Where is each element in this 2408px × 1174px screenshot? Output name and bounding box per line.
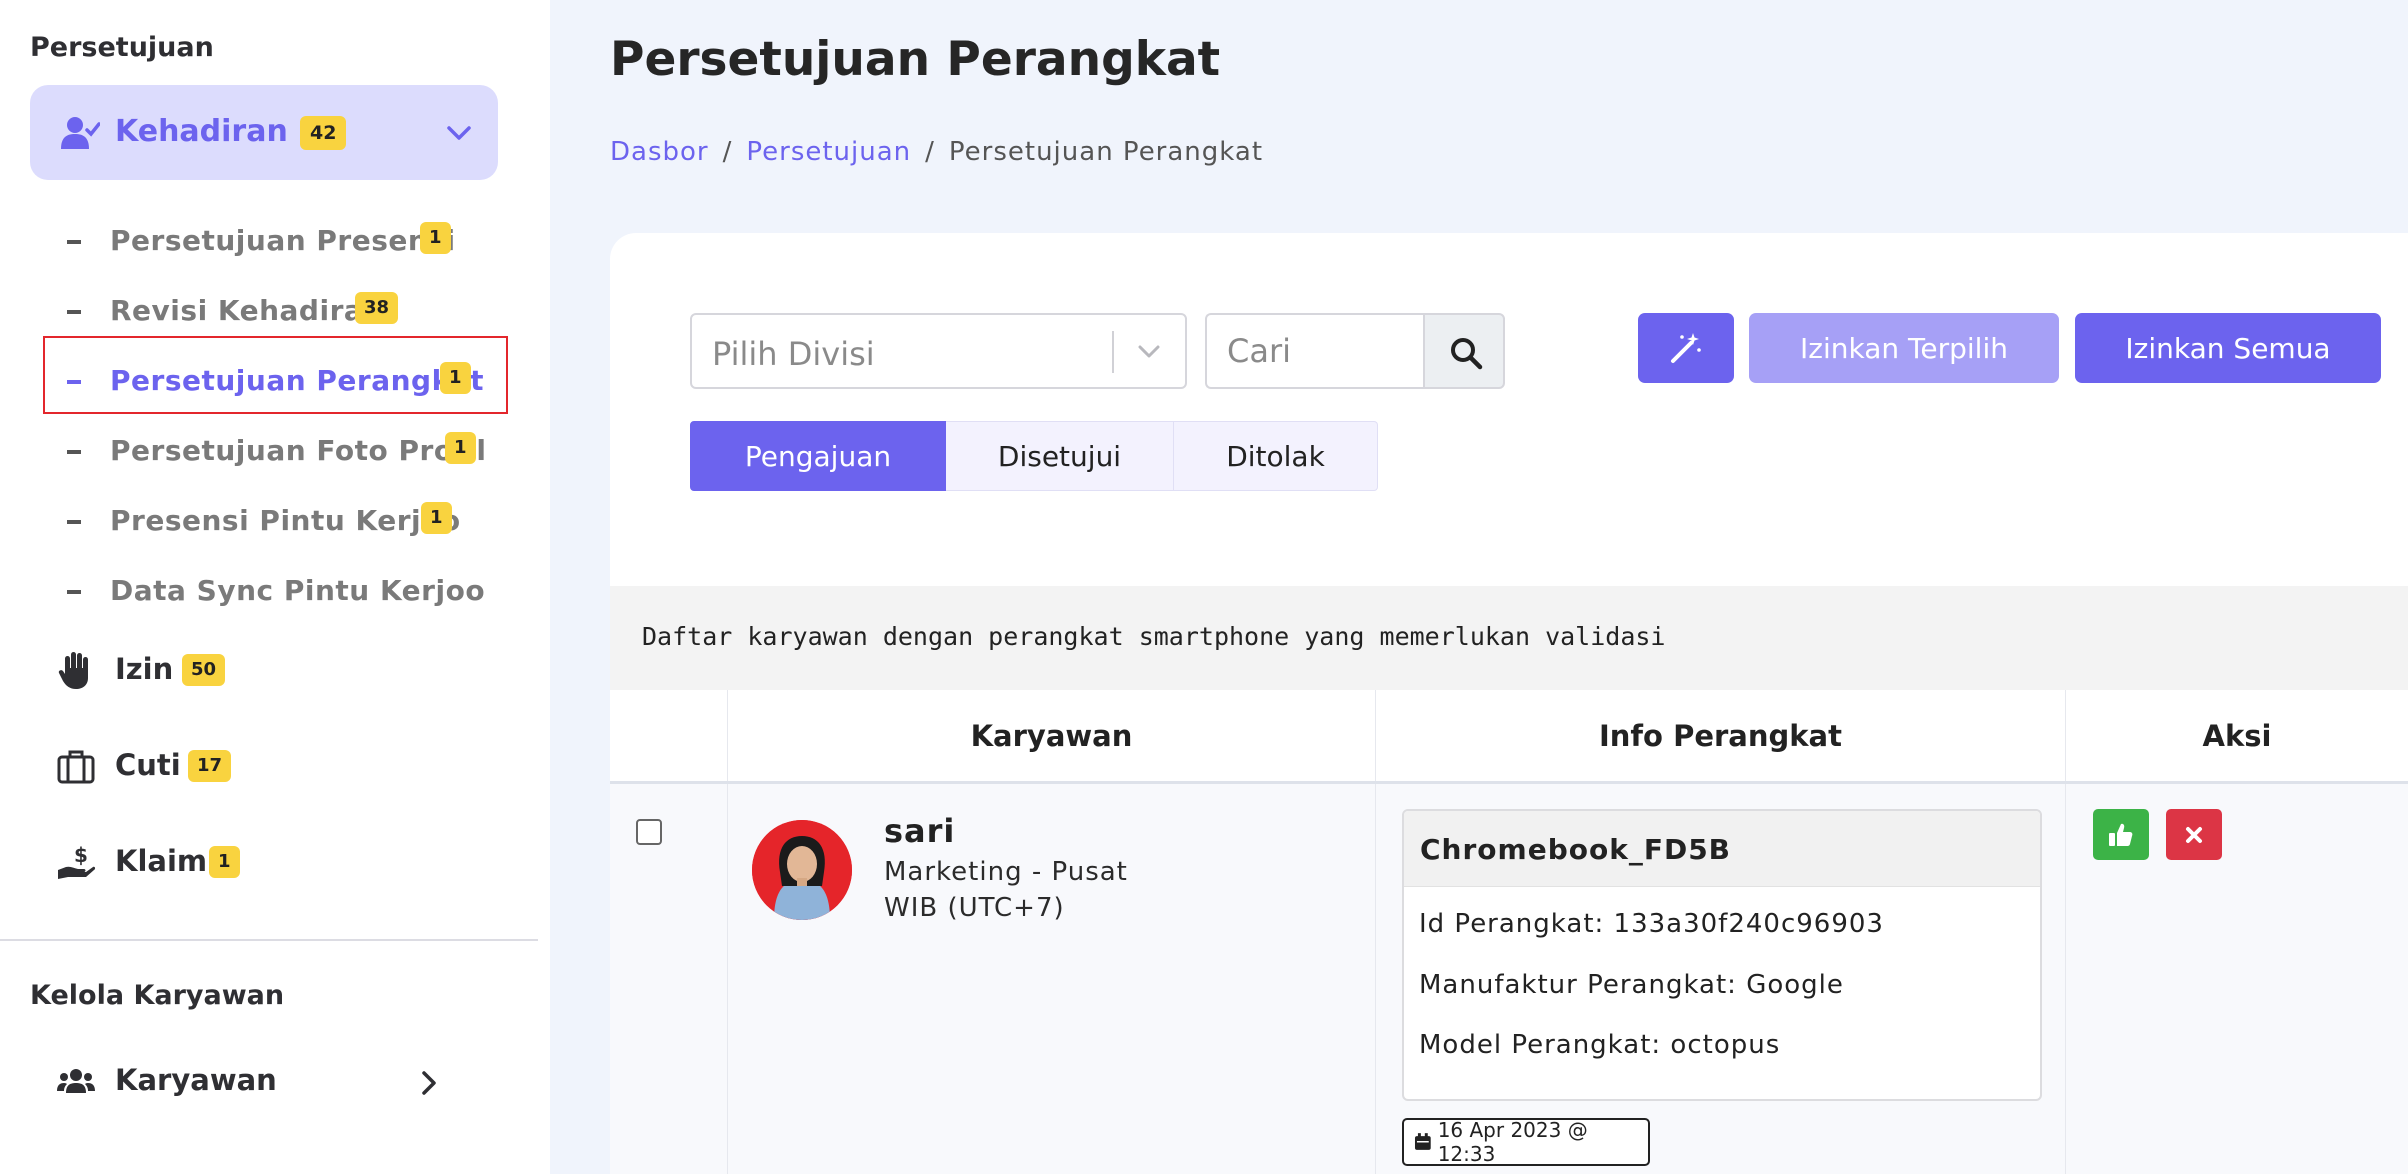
division-select[interactable]: Pilih Divisi — [690, 313, 1187, 389]
device-name: Chromebook_FD5B — [1404, 811, 2040, 887]
row-checkbox[interactable] — [636, 819, 662, 845]
employee-name: sari — [884, 812, 956, 850]
search-button[interactable] — [1423, 313, 1505, 389]
sidebar-item-persetujuan-foto-profil[interactable]: Persetujuan Foto Profil 1 — [0, 430, 550, 490]
sidebar-item-label: Karyawan — [115, 1063, 277, 1097]
hand-dollar-icon: $ — [58, 843, 96, 879]
chevron-down-icon — [447, 126, 471, 140]
count-badge: 1 — [209, 846, 240, 878]
chevron-down-icon — [1138, 345, 1160, 358]
tab-ditolak[interactable]: Ditolak — [1174, 421, 1378, 491]
reject-button[interactable] — [2166, 809, 2222, 860]
division-select-placeholder: Pilih Divisi — [712, 335, 875, 373]
thumbs-up-icon — [2109, 823, 2133, 846]
sidebar-item-label: Presensi Pintu Kerjoo — [110, 504, 461, 537]
sidebar-section-employees: Kelola Karyawan — [30, 980, 285, 1011]
info-text: Daftar karyawan dengan perangkat smartph… — [642, 622, 1666, 651]
sidebar-item-klaim[interactable]: $ Klaim 1 — [0, 836, 550, 896]
sidebar-item-label: Kehadiran — [115, 114, 288, 149]
breadcrumb-separator: / — [925, 137, 935, 167]
sidebar-item-label: Klaim — [115, 844, 208, 878]
sidebar-divider — [0, 939, 538, 941]
sidebar-item-label: Izin — [115, 652, 174, 686]
count-badge: 50 — [182, 654, 226, 686]
close-icon — [2186, 826, 2202, 843]
request-date: 16 Apr 2023 @ 12:33 — [1437, 1118, 1588, 1166]
device-id: Id Perangkat: 133a30f240c96903 — [1419, 909, 1884, 939]
dash-marker — [67, 240, 81, 244]
avatar — [752, 820, 852, 920]
device-model: Model Perangkat: octopus — [1419, 1030, 1781, 1060]
approve-button[interactable] — [2093, 809, 2149, 860]
count-badge: 1 — [440, 362, 471, 394]
count-badge: 1 — [445, 432, 476, 464]
sidebar-item-label: Persetujuan Perangkat — [110, 364, 484, 397]
approve-selected-button[interactable]: Izinkan Terpilih — [1749, 313, 2059, 383]
sidebar-item-persetujuan-perangkat[interactable]: Persetujuan Perangkat 1 — [0, 360, 550, 420]
sidebar-item-label: Persetujuan Foto Profil — [110, 434, 487, 467]
breadcrumb-link-dasbor[interactable]: Dasbor — [610, 137, 709, 167]
sidebar-item-data-sync-pintu-kerjoo[interactable]: Data Sync Pintu Kerjoo — [0, 570, 550, 630]
approve-all-button[interactable]: Izinkan Semua — [2075, 313, 2381, 383]
dash-marker — [67, 520, 81, 524]
cell-border — [727, 784, 728, 1174]
breadcrumb: Dasbor / Persetujuan / Persetujuan Perangkat — [610, 137, 1263, 167]
sidebar-item-label: Data Sync Pintu Kerjoo — [110, 574, 486, 607]
status-tabs: Pengajuan Disetujui Ditolak — [690, 421, 1378, 491]
employee-timezone: WIB (UTC+7) — [884, 893, 1065, 923]
column-header-karyawan: Karyawan — [727, 690, 1375, 781]
sidebar-item-kehadiran[interactable]: Kehadiran 42 — [30, 85, 498, 180]
breadcrumb-link-persetujuan[interactable]: Persetujuan — [746, 137, 911, 167]
sidebar: Persetujuan Kehadiran 42 Persetujuan Pre… — [0, 0, 550, 1174]
column-header-select — [610, 690, 727, 781]
column-header-aksi: Aksi — [2065, 690, 2408, 781]
count-badge: 42 — [300, 116, 347, 150]
user-check-icon — [61, 117, 100, 149]
hand-icon — [58, 652, 88, 689]
magic-wand-button[interactable] — [1638, 313, 1734, 383]
breadcrumb-current: Persetujuan Perangkat — [948, 137, 1264, 167]
dash-marker — [67, 310, 81, 314]
dash-marker — [67, 380, 81, 384]
breadcrumb-separator: / — [722, 137, 733, 167]
sidebar-item-label: Revisi Kehadiran — [110, 294, 384, 327]
select-separator — [1112, 331, 1114, 373]
sidebar-item-karyawan[interactable]: Karyawan — [0, 1055, 550, 1115]
search-icon — [1451, 338, 1483, 370]
sidebar-item-presensi-pintu-kerjoo[interactable]: Presensi Pintu Kerjoo 1 — [0, 500, 550, 560]
sidebar-item-cuti[interactable]: Cuti 17 — [0, 740, 550, 800]
sidebar-item-label: Cuti — [115, 748, 181, 782]
search-input[interactable] — [1205, 313, 1424, 389]
tab-pengajuan[interactable]: Pengajuan — [690, 421, 946, 491]
device-manufacturer: Manufaktur Perangkat: Google — [1419, 970, 1844, 1000]
column-header-info-perangkat: Info Perangkat — [1375, 690, 2065, 781]
count-badge: 17 — [188, 750, 232, 782]
cell-border — [2065, 784, 2066, 1174]
briefcase-icon — [57, 750, 95, 784]
table-header: Karyawan Info Perangkat Aksi — [610, 690, 2408, 784]
page-title: Persetujuan Perangkat — [610, 32, 1221, 87]
users-icon — [57, 1069, 95, 1093]
svg-text:$: $ — [74, 843, 88, 867]
sidebar-section-approval: Persetujuan — [30, 32, 214, 63]
count-badge: 1 — [421, 502, 452, 534]
employee-division: Marketing - Pusat — [884, 857, 1128, 887]
calendar-icon — [1414, 1133, 1431, 1150]
dash-marker — [67, 590, 81, 594]
info-banner: Daftar karyawan dengan perangkat smartph… — [610, 586, 2408, 690]
dash-marker — [67, 450, 81, 454]
tab-disetujui[interactable]: Disetujui — [946, 421, 1174, 491]
sidebar-item-izin[interactable]: Izin 50 — [0, 644, 550, 704]
magic-wand-icon — [1671, 333, 1701, 363]
sidebar-item-label: Persetujuan Presensi — [110, 224, 456, 257]
sidebar-item-persetujuan-presensi[interactable]: Persetujuan Presensi 1 — [0, 220, 550, 280]
chevron-right-icon — [422, 1071, 436, 1095]
cell-border — [1375, 784, 1376, 1174]
count-badge: 38 — [355, 292, 399, 324]
count-badge: 1 — [420, 222, 451, 254]
request-date-badge: 16 Apr 2023 @ 12:33 — [1402, 1118, 1650, 1166]
